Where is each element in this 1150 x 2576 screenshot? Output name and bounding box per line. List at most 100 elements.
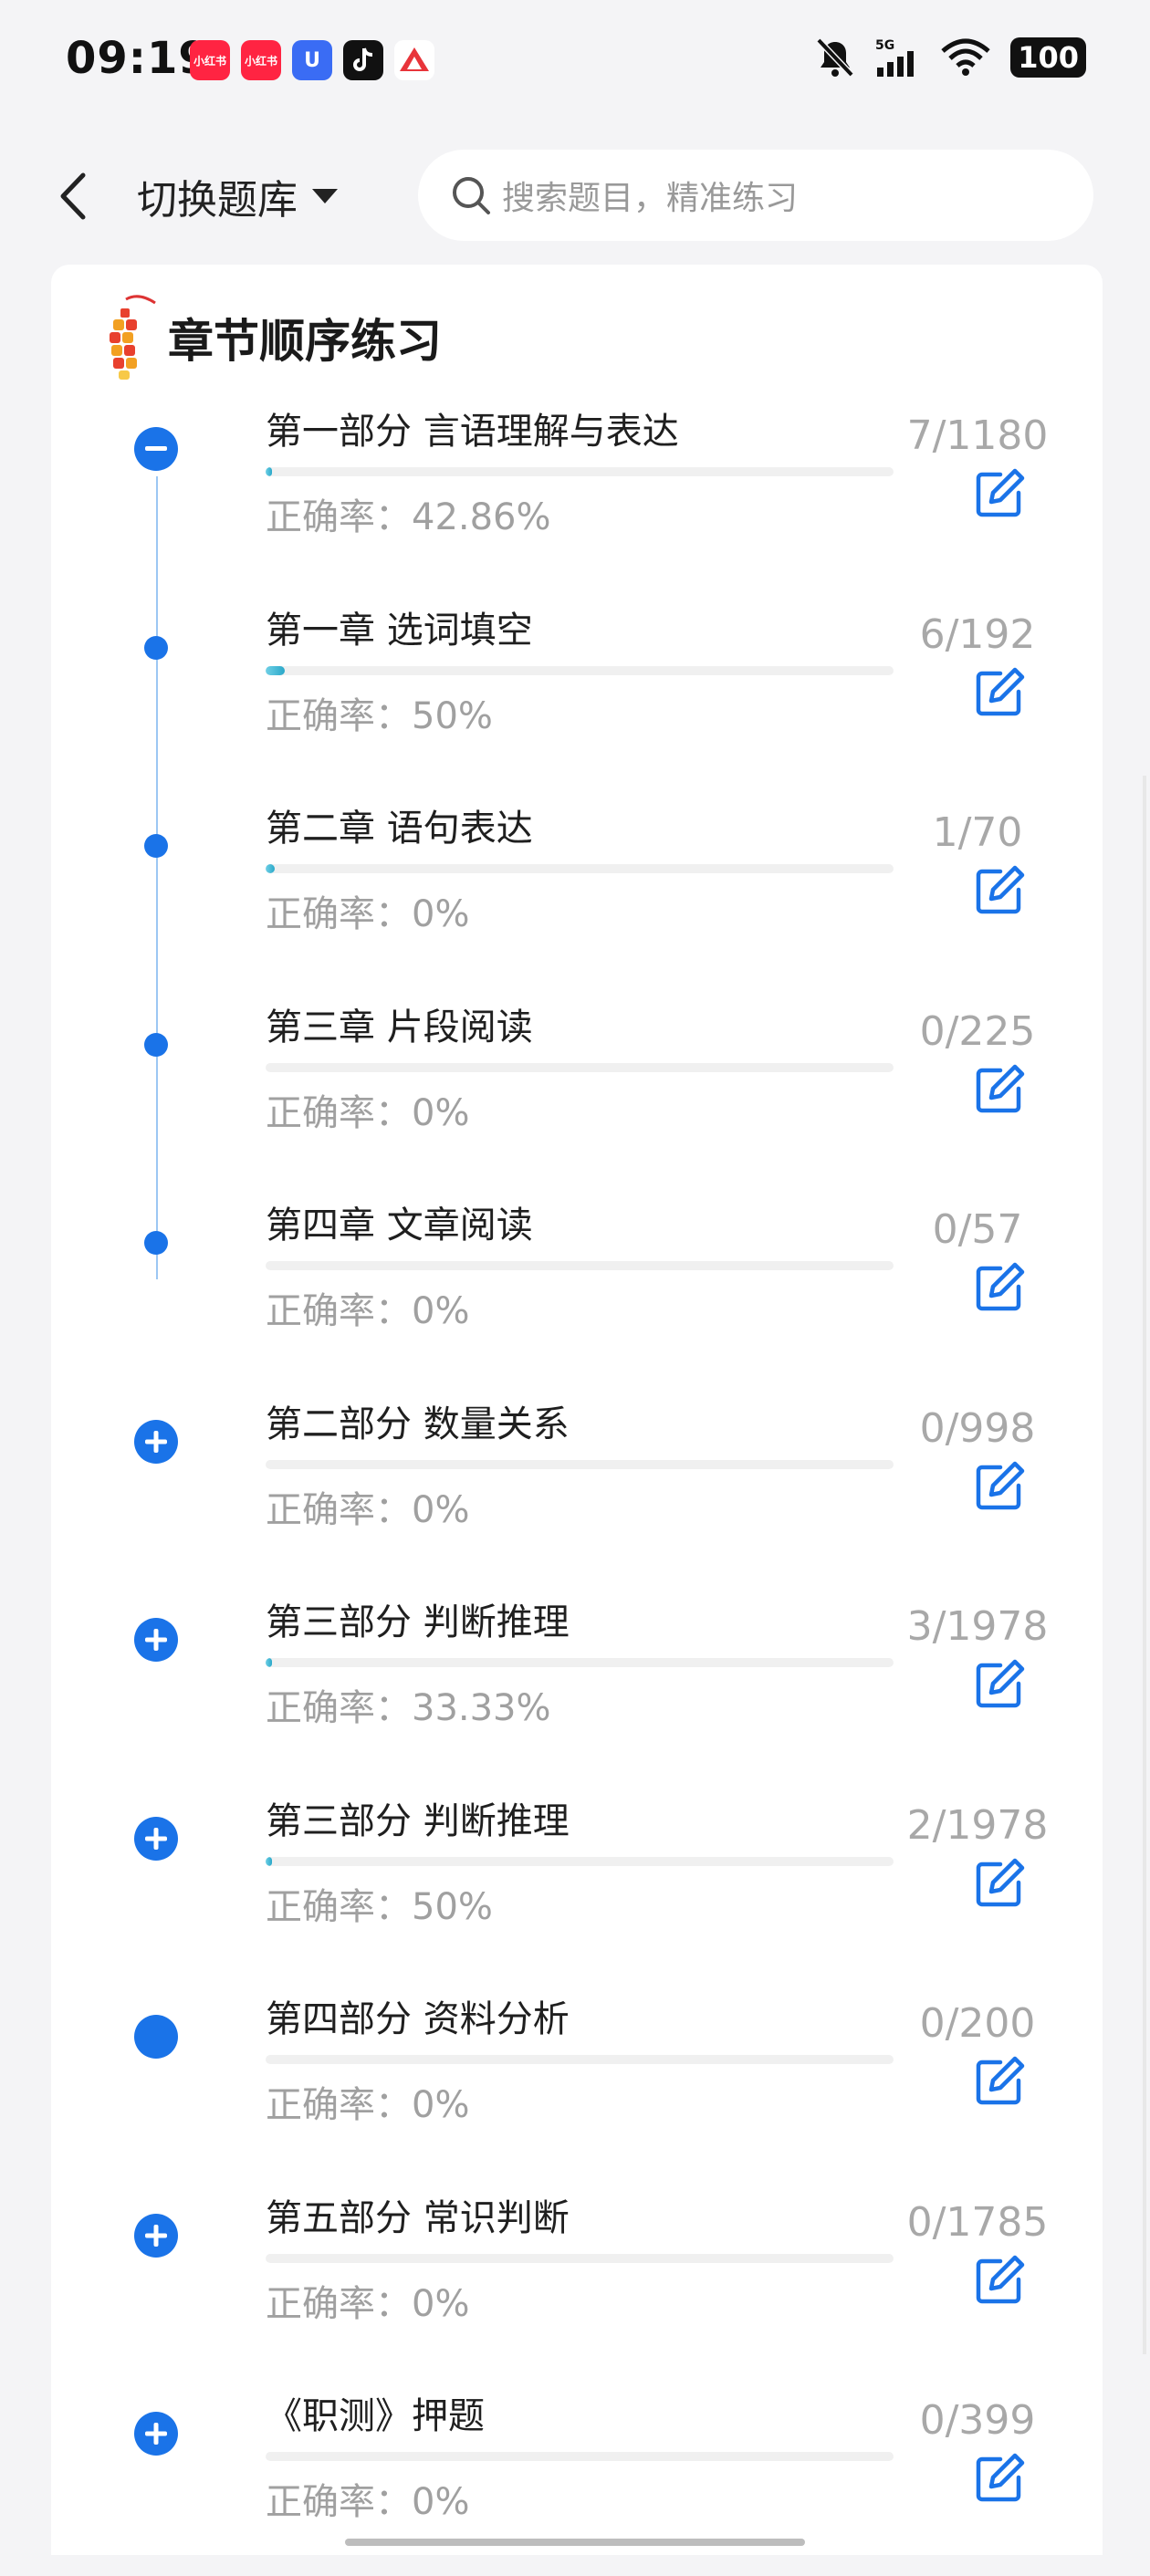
caret-down-icon [312, 189, 338, 203]
practice-edit-icon[interactable] [973, 1857, 1026, 1910]
progress-bar [266, 467, 894, 476]
firecracker-icon [110, 295, 156, 380]
chapter-title: 第四部分 资料分析 [266, 1998, 570, 2040]
u-app-icon: U [292, 40, 332, 80]
progress-bar [266, 1459, 894, 1469]
chapter-row[interactable]: 《职测》押题 正确率：0% 0/399 [51, 2377, 1103, 2576]
question-count: 7/1180 [906, 412, 1049, 459]
chapter-practice-card: 章节顺序练习 第一部分 言语理解与表达 正确率：42.86% 7/1180 第一章 选… [51, 265, 1103, 2555]
question-count: 0/225 [919, 1007, 1036, 1055]
mute-bell-icon [816, 37, 854, 78]
accuracy-text: 正确率：0% [266, 2084, 470, 2126]
timeline-dot-icon [133, 625, 179, 671]
chapter-row[interactable]: 第二部分 数量关系 正确率：0% 0/998 [51, 1385, 1103, 1584]
chapter-row[interactable]: 第三部分 判断推理 正确率：33.33% 3/1978 [51, 1583, 1103, 1782]
clock: 09:19 [66, 33, 210, 84]
practice-edit-icon[interactable] [973, 864, 1026, 917]
header: 切换题库 搜索题目，精准练习 [0, 128, 1150, 265]
practice-edit-icon[interactable] [973, 666, 1026, 719]
accuracy-text: 正确率：0% [266, 893, 470, 935]
svg-text:5G: 5G [875, 38, 894, 53]
chapter-title: 《职测》押题 [266, 2395, 485, 2437]
practice-edit-icon[interactable] [973, 1460, 1026, 1513]
xiaohongshu-icon: 小红书 [190, 40, 230, 80]
accuracy-text: 正确率：0% [266, 1488, 470, 1531]
scrollbar-track [1143, 776, 1146, 2354]
switch-question-bank-label: 切换题库 [137, 177, 298, 224]
battery-indicator: 100 [1010, 37, 1086, 78]
switch-question-bank-button[interactable]: 切换题库 [137, 164, 340, 228]
status-bar: 09:19 小红书 小红书 U 5G 100 [0, 0, 1150, 128]
accuracy-text: 正确率：50% [266, 694, 493, 737]
chevron-left-icon [60, 172, 86, 220]
chapter-title: 第二章 语句表达 [266, 808, 533, 850]
xiaohongshu-icon: 小红书 [241, 40, 281, 80]
progress-bar-fill [266, 665, 286, 675]
question-count: 0/1785 [906, 2198, 1049, 2246]
question-count: 6/192 [919, 610, 1036, 658]
progress-bar-fill [266, 864, 275, 873]
practice-edit-icon[interactable] [973, 2452, 1026, 2505]
filled-circle-icon[interactable] [133, 2014, 179, 2060]
practice-edit-icon[interactable] [973, 2055, 1026, 2108]
accuracy-text: 正确率：0% [266, 2282, 470, 2325]
back-button[interactable] [46, 164, 100, 228]
question-count: 2/1978 [906, 1801, 1049, 1849]
minus-circle-icon[interactable] [133, 426, 179, 472]
question-count: 3/1978 [906, 1603, 1049, 1650]
plus-circle-icon[interactable] [133, 1816, 179, 1862]
progress-bar [266, 2452, 894, 2461]
chapter-title: 第一部分 言语理解与表达 [266, 411, 679, 453]
chapter-title: 第二部分 数量关系 [266, 1403, 570, 1445]
chapter-row[interactable]: 第二章 语句表达 正确率：0% 1/70 [51, 789, 1103, 988]
chapter-title: 第三部分 判断推理 [266, 1601, 570, 1643]
practice-edit-icon[interactable] [973, 1063, 1026, 1116]
progress-bar-fill [266, 1856, 272, 1866]
chapter-row[interactable]: 第四部分 资料分析 正确率：0% 0/200 [51, 1980, 1103, 2179]
progress-bar-fill [266, 1658, 272, 1667]
question-count: 1/70 [932, 809, 1023, 856]
progress-bar [266, 864, 894, 873]
practice-edit-icon[interactable] [973, 2254, 1026, 2307]
search-icon [453, 177, 490, 214]
progress-bar-fill [266, 467, 272, 476]
question-count: 0/998 [919, 1404, 1036, 1452]
chapter-row[interactable]: 第一章 选词填空 正确率：50% 6/192 [51, 591, 1103, 790]
search-placeholder: 搜索题目，精准练习 [502, 180, 799, 217]
chapter-row[interactable]: 第四章 文章阅读 正确率：0% 0/57 [51, 1186, 1103, 1385]
plus-circle-icon[interactable] [133, 2213, 179, 2258]
chapter-title: 第三部分 判断推理 [266, 1799, 570, 1842]
progress-bar [266, 1261, 894, 1270]
plus-circle-icon[interactable] [133, 2411, 179, 2456]
chapter-row[interactable]: 第一部分 言语理解与表达 正确率：42.86% 7/1180 [51, 392, 1103, 591]
question-count: 0/200 [919, 2000, 1036, 2047]
plus-circle-icon[interactable] [133, 1617, 179, 1663]
question-count: 0/57 [932, 1206, 1023, 1253]
practice-edit-icon[interactable] [973, 1658, 1026, 1711]
tiktok-icon [343, 40, 383, 80]
accuracy-text: 正确率：0% [266, 2481, 470, 2523]
chapter-row[interactable]: 第三章 片段阅读 正确率：0% 0/225 [51, 988, 1103, 1187]
chapter-title: 第一章 选词填空 [266, 609, 533, 652]
accuracy-text: 正确率：50% [266, 1885, 493, 1928]
practice-edit-icon[interactable] [973, 1261, 1026, 1314]
question-count: 0/399 [919, 2397, 1036, 2444]
red-a-app-icon [394, 40, 434, 80]
timeline-dot-icon [133, 1220, 179, 1266]
search-input[interactable]: 搜索题目，精准练习 [418, 150, 1093, 241]
progress-bar [266, 1856, 894, 1866]
chapter-row[interactable]: 第三部分 判断推理 正确率：50% 2/1978 [51, 1782, 1103, 1981]
notification-icons: 小红书 小红书 U [190, 40, 434, 80]
wifi-icon [941, 38, 990, 76]
system-icons: 5G 100 [815, 37, 1086, 78]
chapter-title: 第四章 文章阅读 [266, 1205, 533, 1246]
home-indicator[interactable] [345, 2539, 805, 2546]
timeline-dot-icon [133, 1022, 179, 1068]
chapter-title: 第三章 片段阅读 [266, 1006, 533, 1048]
chapter-title: 第五部分 常识判断 [266, 2196, 570, 2239]
plus-circle-icon[interactable] [133, 1419, 179, 1465]
section-title: 章节顺序练习 [168, 315, 442, 368]
practice-edit-icon[interactable] [973, 467, 1026, 520]
chapter-row[interactable]: 第五部分 常识判断 正确率：0% 0/1785 [51, 2179, 1103, 2378]
signal-5g-icon: 5G [875, 38, 915, 77]
